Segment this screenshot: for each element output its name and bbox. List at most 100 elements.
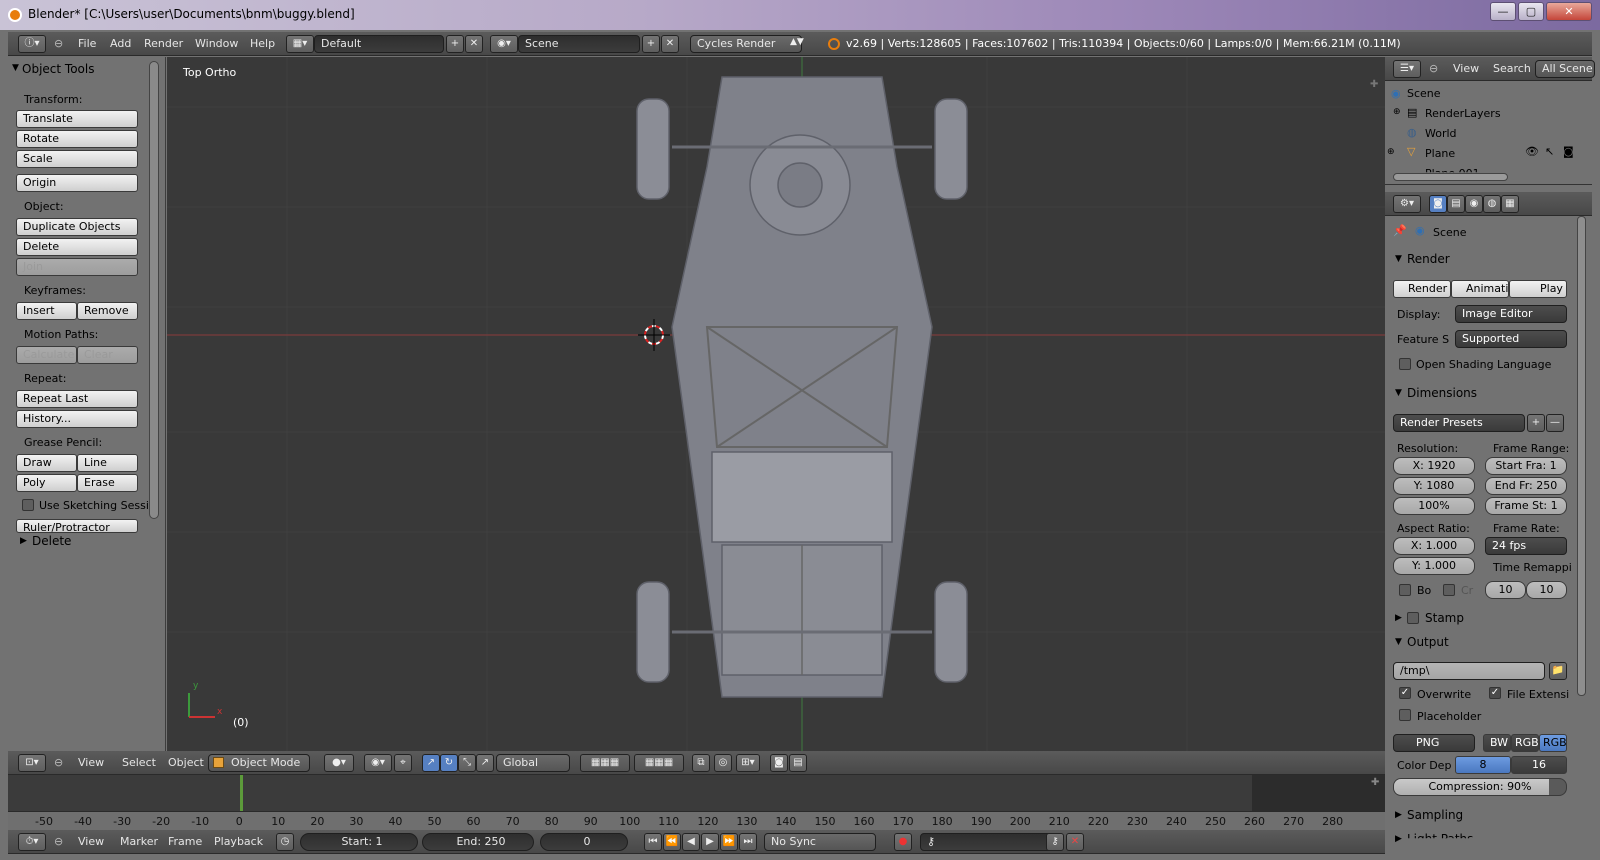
menu-add[interactable]: Add bbox=[110, 32, 131, 56]
outliner-item-plane[interactable]: Plane bbox=[1425, 147, 1455, 160]
collapse-menu-icon[interactable]: ⊖ bbox=[54, 32, 63, 56]
duplicate-objects-button[interactable]: Duplicate Objects bbox=[16, 218, 138, 236]
sampling-section-arrow-icon[interactable]: ▶ bbox=[1395, 810, 1402, 820]
file-format-select[interactable]: PNG bbox=[1393, 734, 1475, 752]
color-depth-16-button[interactable]: 16 bbox=[1511, 756, 1567, 774]
history-button[interactable]: History... bbox=[16, 410, 138, 428]
time-remap-new-field[interactable]: 10 bbox=[1526, 581, 1567, 599]
origin-button[interactable]: Origin bbox=[16, 174, 138, 192]
frame-step-field[interactable]: Frame St: 1 bbox=[1485, 497, 1567, 515]
aspect-y-field[interactable]: Y: 1.000 bbox=[1393, 557, 1475, 575]
outliner-menu-search[interactable]: Search bbox=[1493, 57, 1531, 81]
stamp-section-arrow-icon[interactable]: ▶ bbox=[1395, 613, 1402, 623]
output-section-header[interactable]: Output bbox=[1407, 635, 1449, 649]
viewport-3d[interactable]: Top Ortho (0) y x ✚ bbox=[167, 57, 1385, 751]
render-camera-icon[interactable]: ◙ bbox=[770, 754, 788, 772]
scene-field[interactable]: Scene bbox=[518, 35, 640, 53]
editor-type-info-icon[interactable]: ⓘ▾ bbox=[18, 35, 46, 53]
browse-folder-icon[interactable]: 📁 bbox=[1549, 662, 1567, 680]
jump-end-icon[interactable]: ⏭ bbox=[739, 833, 757, 851]
aspect-x-field[interactable]: X: 1.000 bbox=[1393, 537, 1475, 555]
editor-type-3d-icon[interactable]: ⊡▾ bbox=[18, 754, 46, 772]
render-engine-select[interactable]: Cycles Render bbox=[690, 35, 802, 53]
menu-view[interactable]: View bbox=[78, 751, 104, 775]
selectable-arrow-icon[interactable]: ↖ bbox=[1545, 145, 1554, 158]
current-frame-field[interactable]: 0 bbox=[540, 833, 628, 851]
collapse-3d-menu-icon[interactable]: ⊖ bbox=[54, 751, 63, 775]
layers-grid-2-icon[interactable]: ▦▦▦ bbox=[634, 754, 684, 772]
pivot-select-icon[interactable]: ◉▾ bbox=[364, 754, 392, 772]
orientation-icon[interactable]: ↗ bbox=[476, 754, 494, 772]
render-section-arrow-icon[interactable]: ▼ bbox=[1395, 254, 1402, 264]
color-depth-8-button[interactable]: 8 bbox=[1455, 756, 1511, 774]
translate-button[interactable]: Translate bbox=[16, 110, 138, 128]
sync-mode-select[interactable]: No Sync bbox=[764, 833, 876, 851]
insert-keyframe-icon[interactable]: ⚷ bbox=[1046, 833, 1064, 851]
ruler-protractor-button[interactable]: Ruler/Protractor bbox=[16, 519, 138, 533]
display-select[interactable]: Image Editor bbox=[1455, 305, 1567, 323]
calculate-button[interactable]: Calculate bbox=[16, 346, 77, 364]
menu-object[interactable]: Object bbox=[168, 751, 204, 775]
line-button[interactable]: Line bbox=[77, 454, 138, 472]
properties-scrollbar[interactable] bbox=[1577, 216, 1586, 696]
layers-grid-1-icon[interactable]: ▦▦▦ bbox=[580, 754, 630, 772]
panel-collapse-arrow-icon[interactable]: ▼ bbox=[12, 63, 19, 73]
border-checkbox[interactable] bbox=[1399, 584, 1411, 596]
add-screen-icon[interactable]: + bbox=[446, 35, 464, 53]
scene-context-icon[interactable]: ◉ bbox=[1465, 195, 1483, 213]
manipulator-toggle-icon[interactable]: ⌖ bbox=[394, 754, 412, 772]
menu-render[interactable]: Render bbox=[144, 32, 183, 56]
resolution-percent-field[interactable]: 100% bbox=[1393, 497, 1475, 515]
pin-icon[interactable]: 📌 bbox=[1393, 224, 1407, 237]
proportional-edit-icon[interactable]: ◎ bbox=[714, 754, 732, 772]
remove-keyframe-button[interactable]: Remove bbox=[77, 302, 138, 320]
light-paths-section-arrow-icon[interactable]: ▶ bbox=[1395, 834, 1402, 844]
frame-rate-select[interactable]: 24 fps bbox=[1485, 537, 1567, 555]
osl-checkbox[interactable] bbox=[1399, 358, 1411, 370]
add-scene-icon[interactable]: + bbox=[642, 35, 660, 53]
delete-keyframe-icon[interactable]: ✕ bbox=[1066, 833, 1084, 851]
output-section-arrow-icon[interactable]: ▼ bbox=[1395, 637, 1402, 647]
editor-type-outliner-icon[interactable]: ☰▾ bbox=[1393, 60, 1421, 78]
shading-select-icon[interactable]: ●▾ bbox=[324, 754, 354, 772]
render-section-header[interactable]: Render bbox=[1407, 252, 1450, 266]
play-icon[interactable]: ▶ bbox=[701, 833, 719, 851]
keying-set-field[interactable]: ⚷ bbox=[920, 833, 1056, 851]
editor-type-properties-icon[interactable]: ⚙▾ bbox=[1393, 195, 1421, 213]
clear-button[interactable]: Clear bbox=[77, 346, 138, 364]
delete-panel-header[interactable]: Delete bbox=[32, 534, 71, 548]
end-frame-prop-field[interactable]: End Fr: 250 bbox=[1485, 477, 1567, 495]
transform-orientation-select[interactable]: Global bbox=[496, 754, 570, 772]
resolution-x-field[interactable]: X: 1920 bbox=[1393, 457, 1475, 475]
collapse-timeline-menu-icon[interactable]: ⊖ bbox=[54, 830, 63, 854]
overwrite-checkbox[interactable]: ✓ bbox=[1399, 687, 1411, 699]
light-paths-section-header[interactable]: Light Paths bbox=[1407, 832, 1473, 838]
start-frame-field[interactable]: Start: 1 bbox=[300, 833, 418, 851]
record-icon[interactable]: ● bbox=[894, 833, 912, 851]
delete-button[interactable]: Delete bbox=[16, 238, 138, 256]
menu-window[interactable]: Window bbox=[195, 32, 238, 56]
expand-renderlayers-icon[interactable]: ⊕ bbox=[1393, 107, 1401, 117]
stamp-checkbox[interactable] bbox=[1407, 612, 1419, 624]
rotate-button[interactable]: Rotate bbox=[16, 130, 138, 148]
crop-checkbox[interactable] bbox=[1443, 584, 1455, 596]
menu-playback[interactable]: Playback bbox=[214, 830, 263, 854]
viewport-corner-widget-icon[interactable]: ✚ bbox=[1370, 79, 1378, 90]
close-button[interactable]: ✕ bbox=[1546, 2, 1592, 21]
render-context-icon[interactable]: ◙ bbox=[1429, 195, 1447, 213]
insert-keyframe-button[interactable]: Insert bbox=[16, 302, 77, 320]
color-rgb-button[interactable]: RGB bbox=[1511, 734, 1539, 752]
draw-button[interactable]: Draw bbox=[16, 454, 77, 472]
outliner-menu-view[interactable]: View bbox=[1453, 57, 1479, 81]
menu-help[interactable]: Help bbox=[250, 32, 275, 56]
sampling-section-header[interactable]: Sampling bbox=[1407, 808, 1463, 822]
render-presets-select[interactable]: Render Presets bbox=[1393, 414, 1525, 432]
menu-frame[interactable]: Frame bbox=[168, 830, 202, 854]
time-remap-old-field[interactable]: 10 bbox=[1485, 581, 1526, 599]
delete-panel-arrow-icon[interactable]: ▶ bbox=[20, 536, 27, 546]
play-reverse-icon[interactable]: ◀ bbox=[682, 833, 700, 851]
compression-slider[interactable]: Compression: 90% bbox=[1393, 778, 1567, 796]
remove-scene-icon[interactable]: ✕ bbox=[661, 35, 679, 53]
screen-layout-field[interactable]: Default bbox=[314, 35, 444, 53]
end-frame-field[interactable]: End: 250 bbox=[422, 833, 534, 851]
